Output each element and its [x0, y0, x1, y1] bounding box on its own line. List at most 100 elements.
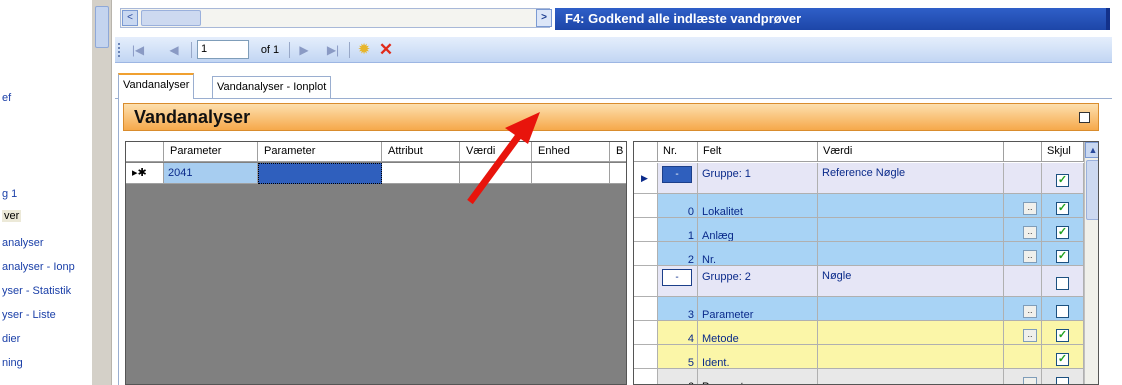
nav-item-8[interactable]: ning	[2, 357, 23, 369]
row-selector[interactable]	[634, 242, 658, 266]
first-record-icon[interactable]: |◀	[129, 41, 147, 59]
cell-felt[interactable]: Parameter	[698, 369, 818, 384]
cell-felt[interactable]: Gruppe: 2	[698, 266, 818, 297]
group-row[interactable]: - Gruppe: 2 Nøgle	[634, 266, 1084, 297]
cell-vaerdi[interactable]: Reference Nøgle	[818, 163, 1004, 194]
browse-button[interactable]: ..	[1023, 202, 1037, 215]
scroll-up-button[interactable]: ▲	[1085, 142, 1098, 158]
skjul-checkbox[interactable]	[1056, 277, 1069, 290]
skjul-checkbox[interactable]	[1056, 377, 1069, 384]
group-row[interactable]: ▶ - Gruppe: 1 Reference Nøgle ✓	[634, 163, 1084, 194]
cell-vaerdi[interactable]	[818, 297, 1004, 321]
cell-vaerdi[interactable]	[818, 218, 1004, 242]
nav-item-1[interactable]: g 1	[2, 188, 17, 200]
column-header-parameter-2[interactable]: Parameter	[258, 142, 382, 162]
cell-vaerdi[interactable]	[818, 242, 1004, 266]
row-selector[interactable]	[634, 194, 658, 218]
cell-vaerdi[interactable]	[460, 163, 532, 184]
new-row-marker[interactable]: ▸✱	[126, 163, 164, 184]
cell-nr[interactable]: 0	[658, 194, 698, 218]
cell-nr[interactable]: 2	[658, 242, 698, 266]
group-toggle-button[interactable]: -	[662, 166, 692, 183]
tab-vandanalyser-ionplot[interactable]: Vandanalyser - Ionplot	[212, 76, 332, 98]
splitter-thumb[interactable]	[95, 6, 109, 48]
row-selector[interactable]	[634, 369, 658, 384]
cell-parameter[interactable]: 2041	[164, 163, 258, 184]
delete-record-icon[interactable]: ✕	[377, 41, 395, 59]
cell-vaerdi[interactable]	[818, 321, 1004, 345]
skjul-checkbox-checked[interactable]: ✓	[1056, 250, 1069, 263]
cell-felt[interactable]: Metode	[698, 321, 818, 345]
record-position-input[interactable]: 1	[197, 40, 249, 59]
column-header-vaerdi[interactable]: Værdi	[460, 142, 532, 162]
toolbar-grip[interactable]	[118, 43, 121, 57]
cell-parameter-2-selected[interactable]	[258, 163, 382, 184]
cell-vaerdi[interactable]: Nøgle	[818, 266, 1004, 297]
cell-felt[interactable]: Ident.	[698, 345, 818, 369]
scroll-thumb[interactable]	[141, 10, 201, 26]
cell-enhed[interactable]	[532, 163, 610, 184]
column-header-b[interactable]: B	[610, 142, 626, 162]
cell-vaerdi[interactable]	[818, 345, 1004, 369]
nav-item-4[interactable]: analyser - Ionp	[2, 261, 75, 273]
row-selector[interactable]	[634, 266, 658, 297]
column-header-vaerdi[interactable]: Værdi	[818, 142, 1004, 162]
cell-nr[interactable]: 3	[658, 297, 698, 321]
column-header-felt[interactable]: Felt	[698, 142, 818, 162]
field-row[interactable]: 5 Ident. ✓	[634, 345, 1084, 369]
column-header-skjul[interactable]: Skjul	[1042, 142, 1084, 162]
skjul-checkbox-checked[interactable]: ✓	[1056, 174, 1069, 187]
field-row[interactable]: 0 Lokalitet.. ✓	[634, 194, 1084, 218]
cell-nr[interactable]: 6	[658, 369, 698, 384]
next-record-icon[interactable]: ▶	[295, 41, 313, 59]
field-row[interactable]: 4 Metode.. ✓	[634, 321, 1084, 345]
vertical-scrollbar[interactable]: ▲	[1084, 142, 1098, 384]
group-toggle-button[interactable]: -	[662, 269, 692, 286]
cell-felt[interactable]: Nr.	[698, 242, 818, 266]
cell-nr[interactable]: 5	[658, 345, 698, 369]
cell-nr[interactable]: -	[658, 163, 698, 194]
cell-nr[interactable]: 4	[658, 321, 698, 345]
browse-button[interactable]: ..	[1023, 329, 1037, 342]
column-header-parameter[interactable]: Parameter	[164, 142, 258, 162]
last-record-icon[interactable]: ▶|	[323, 41, 343, 59]
splitter-scrollbar[interactable]	[92, 0, 112, 385]
field-row[interactable]: 3 Parameter..	[634, 297, 1084, 321]
browse-button[interactable]: ..	[1023, 377, 1037, 384]
field-row[interactable]: 6Parameter..	[634, 369, 1084, 384]
scroll-left-button[interactable]: <	[122, 10, 138, 26]
browse-button[interactable]: ..	[1023, 250, 1037, 263]
row-selector[interactable]	[634, 297, 658, 321]
row-selector[interactable]	[634, 321, 658, 345]
browse-button[interactable]: ..	[1023, 226, 1037, 239]
cell-attribut[interactable]	[382, 163, 460, 184]
cell-felt[interactable]: Lokalitet	[698, 194, 818, 218]
cell-nr[interactable]: -	[658, 266, 698, 297]
previous-record-icon[interactable]: ◀	[165, 41, 183, 59]
add-record-icon[interactable]: ✹	[355, 41, 373, 59]
tab-vandanalyser[interactable]: Vandanalyser	[118, 73, 195, 99]
skjul-checkbox-checked[interactable]: ✓	[1056, 353, 1069, 366]
scroll-right-button[interactable]: >	[536, 9, 552, 27]
nav-item-7[interactable]: dier	[2, 333, 20, 345]
column-header-nr[interactable]: Nr.	[658, 142, 698, 162]
field-row[interactable]: 1 Anlæg.. ✓	[634, 218, 1084, 242]
skjul-checkbox-checked[interactable]: ✓	[1056, 226, 1069, 239]
browse-button[interactable]: ..	[1023, 305, 1037, 318]
cell-nr[interactable]: 1	[658, 218, 698, 242]
nav-item-3[interactable]: analyser	[2, 237, 44, 249]
column-header-attribut[interactable]: Attribut	[382, 142, 460, 162]
cell-felt[interactable]: Anlæg	[698, 218, 818, 242]
column-header-enhed[interactable]: Enhed	[532, 142, 610, 162]
skjul-checkbox-checked[interactable]: ✓	[1056, 202, 1069, 215]
nav-item-5[interactable]: yser - Statistik	[2, 285, 71, 297]
cell-felt[interactable]: Gruppe: 1	[698, 163, 818, 194]
skjul-checkbox[interactable]	[1056, 305, 1069, 318]
horizontal-scrollbar[interactable]: <	[120, 8, 550, 28]
nav-item-0[interactable]: ef	[2, 92, 11, 104]
cell-felt[interactable]: Parameter	[698, 297, 818, 321]
field-row[interactable]: 2 Nr... ✓	[634, 242, 1084, 266]
row-selector[interactable]: ▶	[634, 163, 658, 194]
cell-vaerdi[interactable]	[818, 194, 1004, 218]
scroll-thumb[interactable]	[1086, 160, 1098, 220]
